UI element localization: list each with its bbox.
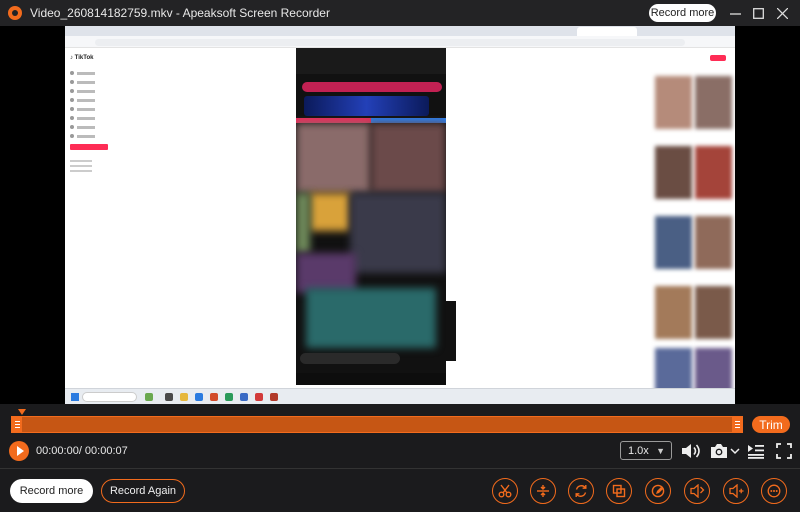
gift-notification xyxy=(302,82,442,92)
browser-tab-bar xyxy=(65,26,735,36)
browser-address-bar xyxy=(65,36,735,48)
nav-item xyxy=(70,115,95,121)
record-more-top-button[interactable]: Record more xyxy=(649,4,716,22)
trim-start-handle[interactable] xyxy=(12,417,22,432)
suggested-feed xyxy=(655,48,735,401)
rotate-icon[interactable] xyxy=(568,478,594,504)
add-comment-field xyxy=(300,353,400,364)
playback-controls: 00:00:00/ 00:00:07 1.0x ▼ xyxy=(0,436,800,466)
window-title: Video_260814182759.mkv - Apeaksoft Scree… xyxy=(30,6,330,20)
app-logo-icon xyxy=(8,6,22,20)
nav-item xyxy=(70,106,95,112)
playhead-marker[interactable] xyxy=(18,409,26,415)
volume-boost-icon[interactable] xyxy=(723,478,749,504)
nav-item xyxy=(70,88,95,94)
fullscreen-icon[interactable] xyxy=(773,441,795,461)
live-stream-view xyxy=(296,48,446,385)
title-bar: Video_260814182759.mkv - Apeaksoft Scree… xyxy=(0,0,800,26)
volume-icon[interactable] xyxy=(680,441,702,461)
record-more-button[interactable]: Record more xyxy=(10,479,93,503)
record-again-button[interactable]: Record Again xyxy=(101,479,185,503)
screen-recorder-app: Video_260814182759.mkv - Apeaksoft Scree… xyxy=(0,0,800,512)
browser-tab xyxy=(577,27,637,36)
edit-icon[interactable] xyxy=(645,478,671,504)
snapshot-chevron-down-icon[interactable] xyxy=(729,441,741,461)
timeline: Trim xyxy=(0,404,800,436)
nav-item xyxy=(70,79,95,85)
video-preview[interactable]: ♪ TikTok xyxy=(0,26,800,404)
playback-speed-value: 1.0x xyxy=(628,444,649,457)
windows-start-icon xyxy=(71,393,79,401)
time-display: 00:00:00/ 00:00:07 xyxy=(36,445,128,457)
scissors-icon[interactable] xyxy=(492,478,518,504)
stream-header xyxy=(296,48,446,74)
tiktok-logo: ♪ TikTok xyxy=(70,55,94,61)
more-icon[interactable] xyxy=(761,478,787,504)
camera-icon[interactable] xyxy=(708,441,730,461)
trim-end-handle[interactable] xyxy=(732,417,742,432)
maximize-icon[interactable] xyxy=(749,4,767,22)
nav-item xyxy=(70,124,95,130)
timeline-track[interactable] xyxy=(11,416,743,433)
login-button xyxy=(70,144,108,150)
volume-adjust-icon[interactable] xyxy=(684,478,710,504)
recorded-screen-frame: ♪ TikTok xyxy=(65,26,735,404)
minimize-icon[interactable] xyxy=(726,4,744,22)
windows-taskbar xyxy=(65,388,735,404)
bottom-action-bar: Record more Record Again xyxy=(0,469,800,512)
trim-button[interactable]: Trim xyxy=(752,416,790,433)
playlist-icon[interactable] xyxy=(745,441,767,461)
close-icon[interactable] xyxy=(773,4,791,22)
split-icon[interactable] xyxy=(530,478,556,504)
crop-icon[interactable] xyxy=(606,478,632,504)
battle-banner xyxy=(304,96,429,116)
chevron-down-icon: ▼ xyxy=(656,446,665,456)
nav-item xyxy=(70,70,95,76)
taskbar-search xyxy=(82,392,137,402)
playback-speed-select[interactable]: 1.0x ▼ xyxy=(620,441,672,460)
nav-item xyxy=(70,133,95,139)
nav-item xyxy=(70,97,95,103)
play-icon[interactable] xyxy=(9,441,29,461)
